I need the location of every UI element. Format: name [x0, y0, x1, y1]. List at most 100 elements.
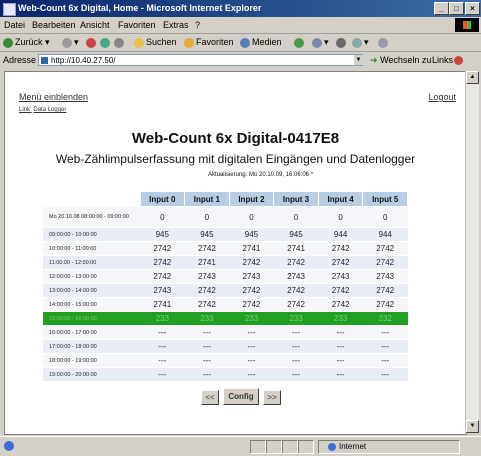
prev-page-button[interactable]: <<	[201, 390, 219, 405]
data-logger-table: Input 0 Input 1 Input 2 Input 3 Input 4 …	[43, 192, 408, 381]
back-arrow-icon	[3, 37, 13, 48]
print-button[interactable]	[336, 34, 348, 51]
update-timestamp: Aktualisierung: Mo 20.10.09, 16:06:06 *	[207, 172, 314, 178]
count-cell-input-1: 2742	[184, 297, 230, 312]
table-row: 17:00:00 - 18:00:00 --- --- --- --- --- ---	[43, 339, 408, 354]
scroll-up-icon[interactable]: ▲	[466, 71, 479, 84]
forward-button[interactable]: ▾	[62, 34, 79, 51]
count-cell-input-3: 2742	[273, 297, 319, 312]
menu-ansicht[interactable]: Ansicht	[80, 18, 110, 33]
count-cell-input-5: ---	[362, 325, 408, 340]
address-url: http://10.40.27.50/	[51, 56, 116, 65]
count-cell-input-0: ---	[140, 325, 185, 340]
home-icon	[114, 37, 124, 48]
menu-bearbeiten[interactable]: Bearbeiten	[32, 18, 76, 33]
page-content: Menü einblenden Link: Data Logger Logout…	[4, 71, 467, 435]
count-cell-input-4: 0	[318, 206, 363, 228]
count-cell-input-4: ---	[318, 325, 363, 340]
edit-button[interactable]: ▾	[352, 34, 369, 51]
config-button[interactable]: Config	[223, 388, 259, 405]
toolbar: Zurück ▾ ▾ Suchen Favoriten Medien ▾ ▾	[0, 34, 481, 52]
mail-button[interactable]: ▾	[312, 34, 329, 51]
address-dropdown-icon[interactable]: ▼	[354, 55, 363, 65]
count-cell-input-0: 2742	[140, 269, 185, 284]
address-input[interactable]: http://10.40.27.50/	[38, 54, 363, 66]
address-label: Adresse	[3, 55, 37, 65]
count-cell-input-2: ---	[229, 367, 274, 381]
menu-datei[interactable]: Datei	[4, 18, 25, 33]
count-cell-input-3: ---	[273, 325, 319, 340]
security-zone: Internet	[328, 437, 366, 456]
count-cell-input-5: ---	[362, 367, 408, 381]
media-icon	[240, 37, 250, 48]
header-corner	[43, 192, 141, 207]
search-button[interactable]: Suchen	[134, 34, 177, 51]
history-button[interactable]	[294, 34, 306, 51]
logout-link[interactable]: Logout	[428, 92, 456, 102]
count-cell-input-2: ---	[229, 339, 274, 354]
count-cell-input-1: 2741	[184, 255, 230, 270]
window-title: Web-Count 6x Digital, Home - Microsoft I…	[18, 3, 262, 13]
count-cell-input-2: 2743	[229, 269, 274, 284]
count-cell-input-0: 2741	[140, 297, 185, 312]
status-bar: Internet	[0, 436, 481, 456]
minimize-button[interactable]: _	[434, 2, 449, 15]
maximize-button[interactable]: □	[449, 2, 464, 15]
refresh-button[interactable]	[100, 34, 112, 51]
count-cell-input-0: ---	[140, 339, 185, 354]
count-cell-input-5: 0	[362, 206, 408, 228]
menu-extras[interactable]: Extras	[163, 18, 189, 33]
count-cell-input-5: 2742	[362, 241, 408, 256]
count-cell-input-5: 232	[362, 311, 408, 326]
home-button[interactable]	[114, 34, 126, 51]
count-cell-input-3: 233	[273, 311, 319, 326]
breadcrumb-prefix: Link:	[19, 107, 32, 113]
go-button[interactable]: ➜ Wechseln zu	[370, 52, 431, 69]
count-cell-input-0: 2742	[140, 255, 185, 270]
links-button[interactable]: Links	[432, 52, 453, 69]
count-cell-input-4: 2742	[318, 255, 363, 270]
data-logger-link[interactable]: Data Logger	[33, 107, 66, 113]
table-row: 13:00:00 - 14:00:00 2743 2742 2742 2742 2742 2…	[43, 283, 408, 298]
time-range-cell: 15:00:00 - 16:00:00	[43, 311, 140, 326]
favorites-button[interactable]: Favoriten	[184, 34, 234, 51]
windows-logo-icon	[455, 18, 479, 32]
count-cell-input-0: ---	[140, 353, 185, 368]
breadcrumb: Link: Data Logger	[19, 107, 66, 113]
vertical-scrollbar[interactable]: ▲ ▼	[465, 71, 479, 433]
count-cell-input-0: 2742	[140, 241, 185, 256]
close-button[interactable]: ×	[465, 2, 480, 15]
count-cell-input-2: 233	[229, 311, 274, 326]
count-cell-input-1: 2743	[184, 269, 230, 284]
count-cell-input-4: ---	[318, 367, 363, 381]
back-button[interactable]: Zurück ▾	[3, 34, 50, 51]
show-menu-link[interactable]: Menü einblenden	[19, 92, 88, 102]
media-button[interactable]: Medien	[240, 34, 282, 51]
count-cell-input-1: ---	[184, 339, 230, 354]
count-cell-input-5: 2742	[362, 283, 408, 298]
search-icon	[134, 37, 144, 48]
count-cell-input-1: 233	[184, 311, 230, 326]
count-cell-input-3: 2743	[273, 269, 319, 284]
count-cell-input-5: 2742	[362, 297, 408, 312]
menu-favoriten[interactable]: Favoriten	[118, 18, 156, 33]
count-cell-input-4: 2742	[318, 241, 363, 256]
count-cell-input-4: 233	[318, 311, 363, 326]
table-row: 14:00:00 - 15:00:00 2741 2742 2742 2742 2742 2…	[43, 297, 408, 312]
count-cell-input-3: 2741	[273, 241, 319, 256]
discuss-button[interactable]	[378, 34, 390, 51]
count-cell-input-1: ---	[184, 367, 230, 381]
stop-button[interactable]	[86, 34, 98, 51]
next-page-button[interactable]: >>	[263, 390, 281, 405]
scroll-down-icon[interactable]: ▼	[466, 420, 479, 433]
time-range-cell: 17:00:00 - 18:00:00	[43, 339, 140, 354]
count-cell-input-3: ---	[273, 339, 319, 354]
count-cell-input-2: 0	[229, 206, 274, 228]
ie-app-icon	[3, 3, 16, 16]
table-row: Mo 20.10.08 08:00:00 - 09:00:00 0 0 0 0 0 0	[43, 206, 408, 228]
count-cell-input-2: 945	[229, 227, 274, 242]
table-row: 12:00:00 - 13:00:00 2742 2743 2743 2743 2743 2…	[43, 269, 408, 284]
mail-icon	[312, 37, 322, 48]
count-cell-input-1: 945	[184, 227, 230, 242]
menu-help[interactable]: ?	[195, 18, 200, 33]
